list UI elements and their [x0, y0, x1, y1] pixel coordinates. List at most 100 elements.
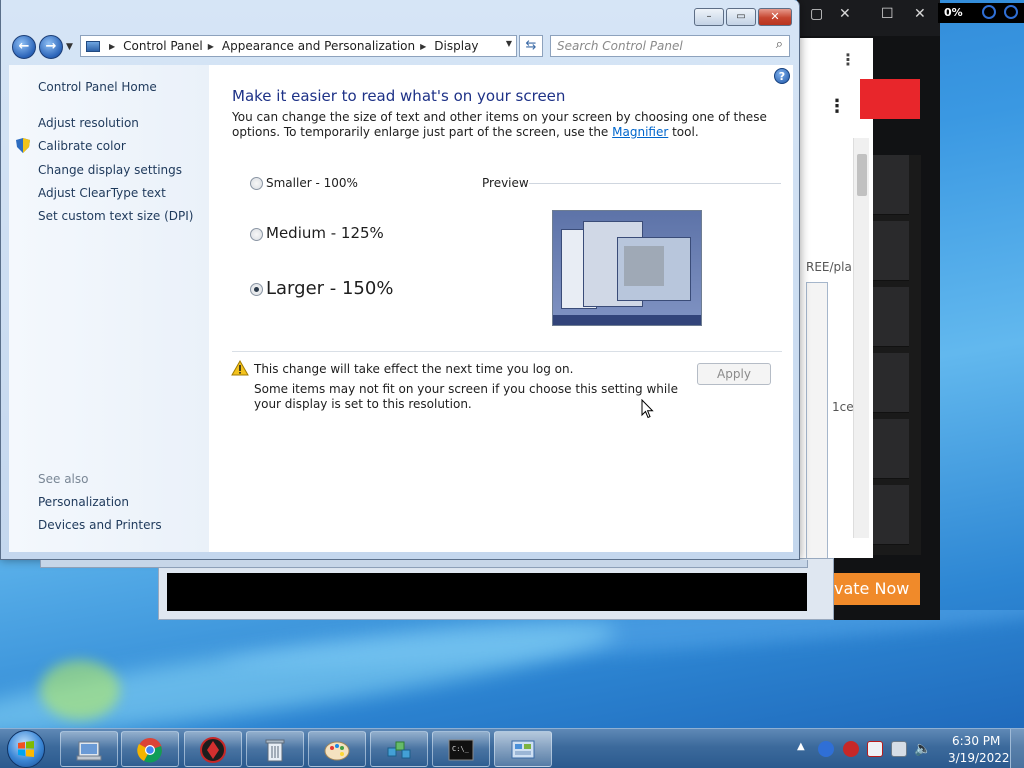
control-panel-icon — [86, 40, 100, 52]
taskbar-cmd-button[interactable]: C:\_ — [432, 731, 490, 767]
taskbar: C:\_ ▲ 🔈 6:30 PM 3/19/2022 — [0, 728, 1024, 768]
breadcrumb-control-panel[interactable]: Control Panel — [123, 39, 203, 53]
search-input[interactable] — [557, 37, 757, 55]
warning-icon — [231, 360, 249, 376]
control-panel-icon — [511, 740, 535, 759]
nav-devices-and-printers[interactable]: Devices and Printers — [38, 518, 162, 532]
page-text-fragment: 1ce — [832, 400, 854, 414]
action-center-flag-icon[interactable] — [867, 741, 883, 757]
kebab-menu-icon[interactable]: ⋮ — [828, 96, 846, 117]
page-title: Make it easier to read what's on your sc… — [232, 87, 566, 105]
chrome-icon — [137, 738, 162, 763]
option-medium-label[interactable]: Medium - 125% — [266, 224, 384, 242]
taskbar-recycle-bin-button[interactable] — [246, 731, 304, 767]
command-prompt-icon: C:\_ — [448, 739, 474, 761]
maximize-icon[interactable]: ☐ — [881, 6, 894, 22]
nav-calibrate-color[interactable]: Calibrate color — [38, 139, 126, 153]
gauge-icon — [1004, 5, 1018, 19]
shield-icon — [16, 138, 30, 153]
taskbar-control-panel-button[interactable] — [494, 731, 552, 767]
gauge-icon — [982, 5, 996, 19]
volume-icon[interactable]: 🔈 — [914, 741, 931, 757]
show-desktop-button[interactable] — [1010, 729, 1024, 768]
taskbar-chrome-button[interactable] — [121, 731, 179, 767]
svg-text:C:\_: C:\_ — [452, 745, 470, 753]
nav-change-display-settings[interactable]: Change display settings — [38, 163, 182, 177]
close-button[interactable]: ✕ — [758, 8, 792, 26]
mouse-cursor-icon — [641, 399, 654, 419]
clock-time[interactable]: 6:30 PM — [952, 734, 1000, 748]
help-icon[interactable]: ? — [774, 68, 790, 84]
desktop-wallpaper — [0, 610, 1024, 728]
see-also-heading: See also — [38, 472, 89, 486]
forward-button[interactable]: → — [39, 35, 63, 59]
nav-custom-text-size[interactable]: Set custom text size (DPI) — [38, 209, 193, 223]
restore-icon[interactable]: ▢ — [810, 6, 823, 22]
tray-app-icon[interactable] — [818, 741, 834, 757]
page-text-fragment: REE/pla — [806, 260, 852, 274]
option-smaller-label[interactable]: Smaller - 100% — [266, 176, 358, 190]
window-shadow-frame — [40, 560, 808, 568]
chevron-right-icon[interactable]: ▶ — [208, 42, 214, 51]
section-divider — [232, 351, 782, 352]
warning-note: Some items may not fit on your screen if… — [254, 382, 678, 411]
network-status-icon[interactable] — [891, 741, 907, 757]
cpu-percent: 0% — [944, 6, 963, 19]
start-button[interactable] — [7, 730, 45, 768]
clock-date[interactable]: 3/19/2022 — [948, 751, 1010, 765]
apply-button[interactable]: Apply — [697, 363, 771, 385]
nav-control-panel-home[interactable]: Control Panel Home — [38, 80, 157, 94]
radio-smaller[interactable] — [250, 177, 263, 190]
scroll-thumb[interactable] — [857, 154, 867, 196]
kebab-menu-icon[interactable]: ⋮ — [840, 50, 856, 69]
computer-icon — [76, 741, 102, 761]
option-larger-label[interactable]: Larger - 150% — [266, 278, 393, 299]
magnifier-link[interactable]: Magnifier — [612, 125, 668, 139]
intro-text: You can change the size of text and othe… — [232, 110, 772, 140]
radio-larger[interactable] — [250, 283, 263, 296]
warning-message: This change will take effect the next ti… — [254, 362, 574, 376]
left-navigation-pane: Control Panel Home Adjust resolution Cal… — [9, 65, 209, 552]
radio-medium[interactable] — [250, 228, 263, 241]
search-icon[interactable]: ⌕ — [776, 37, 783, 52]
maximize-button[interactable]: ▭ — [726, 8, 756, 26]
nav-personalization[interactable]: Personalization — [38, 495, 129, 509]
close-icon[interactable]: ✕ — [914, 6, 926, 22]
back-button[interactable]: ← — [12, 35, 36, 59]
browser-scrollbar[interactable] — [853, 138, 869, 538]
breadcrumb-display[interactable]: Display — [434, 39, 478, 53]
black-panel — [167, 573, 807, 611]
preview-divider — [529, 183, 781, 184]
nav-adjust-resolution[interactable]: Adjust resolution — [38, 116, 139, 130]
paint-palette-icon — [324, 741, 350, 761]
breadcrumb-appearance[interactable]: Appearance and Personalization — [222, 39, 415, 53]
chevron-right-icon[interactable]: ▶ — [109, 42, 115, 51]
main-content: ? Make it easier to read what's on your … — [209, 65, 793, 552]
preview-label: Preview — [482, 176, 529, 190]
search-box[interactable]: ⌕ — [550, 35, 790, 57]
minimize-button[interactable]: – — [694, 8, 724, 26]
recycle-bin-icon — [265, 739, 285, 762]
promo-banner[interactable] — [860, 79, 920, 119]
tray-meter: 0% — [938, 3, 1024, 23]
windows-logo-icon — [18, 741, 34, 757]
address-dropdown-icon[interactable]: ▼ — [506, 39, 512, 48]
antivirus-icon — [200, 737, 226, 763]
refresh-button[interactable]: ⇆ — [519, 35, 543, 57]
close-icon[interactable]: ✕ — [839, 6, 851, 22]
taskbar-paint-button[interactable] — [308, 731, 366, 767]
nav-adjust-cleartype[interactable]: Adjust ClearType text — [38, 186, 166, 200]
chevron-right-icon[interactable]: ▶ — [420, 42, 426, 51]
taskbar-explorer-button[interactable] — [60, 731, 118, 767]
recent-pages-dropdown-icon[interactable]: ▼ — [66, 42, 73, 52]
thumbnail-strip — [873, 155, 921, 555]
show-hidden-icons-icon[interactable]: ▲ — [797, 741, 805, 752]
network-cubes-icon — [387, 741, 411, 759]
activate-now-button[interactable]: vate Now — [828, 573, 920, 605]
taskbar-network-button[interactable] — [370, 731, 428, 767]
taskbar-antivirus-button[interactable] — [184, 731, 242, 767]
address-bar[interactable]: ▶ Control Panel ▶ Appearance and Persona… — [80, 35, 517, 57]
tray-antivirus-icon[interactable] — [843, 741, 859, 757]
intro-text-end: tool. — [668, 125, 699, 139]
control-panel-window: – ▭ ✕ ← → ▼ ▶ Control Panel ▶ Appearance… — [0, 0, 800, 560]
